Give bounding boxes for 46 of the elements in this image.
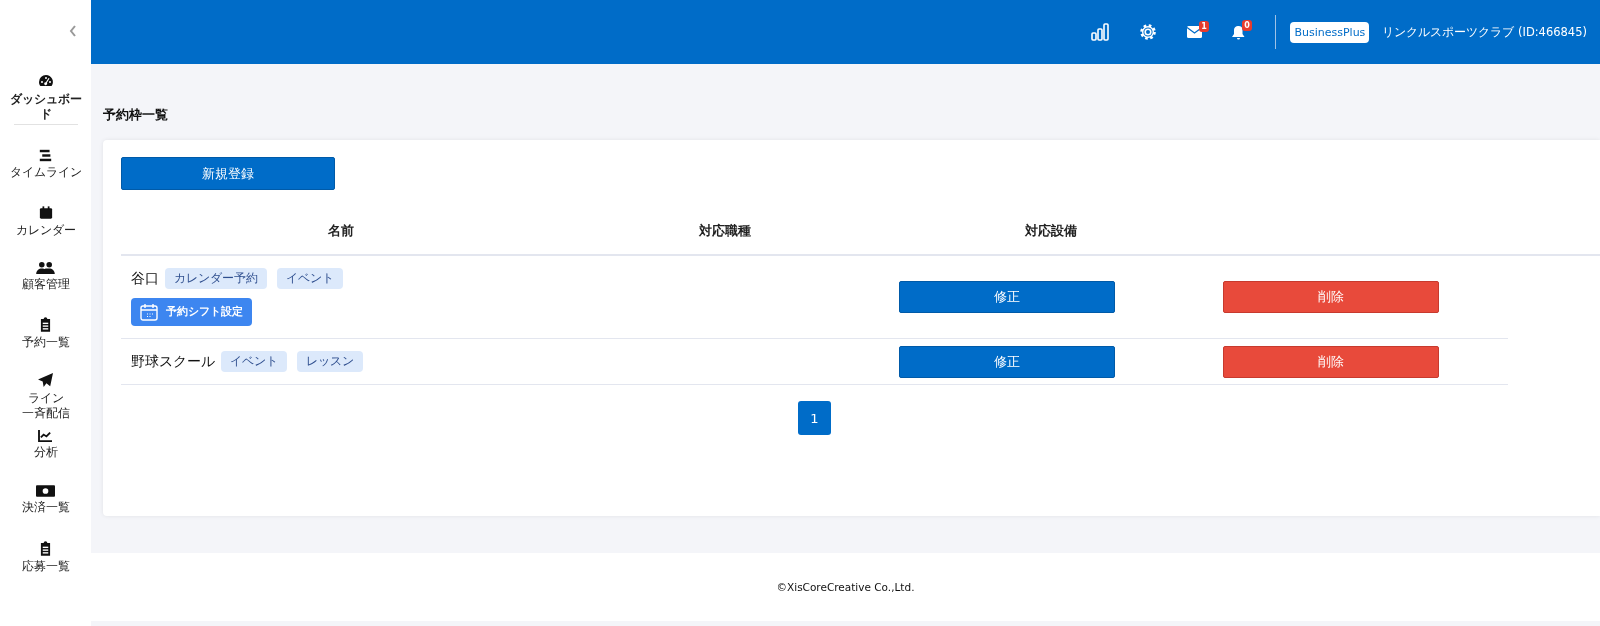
page-title: 予約枠一覧	[103, 106, 169, 124]
edit-button[interactable]: 修正	[899, 281, 1115, 313]
account-name[interactable]: リンクルスポーツクラブ (ID:466845)	[1382, 24, 1587, 40]
delete-button[interactable]: 削除	[1223, 345, 1439, 378]
sidebar-item[interactable]: カレンダー	[15, 223, 76, 238]
calendar-icon	[140, 303, 158, 321]
column-header: 名前	[327, 222, 355, 240]
delete-button[interactable]: 削除	[1223, 281, 1439, 313]
sidebar-icon	[38, 373, 53, 388]
sidebar-item[interactable]: 応募一覧	[21, 559, 70, 574]
sidebar-icon	[38, 205, 53, 220]
tag: レッスン	[297, 351, 363, 372]
notification-badge: 0	[1242, 19, 1252, 31]
copyright-text: ©XisCoreCreative Co.,Ltd.	[776, 581, 915, 593]
plan-label: BusinessPlus	[1290, 21, 1370, 43]
sidebar-item[interactable]: 分析	[33, 445, 58, 460]
settings-icon[interactable]	[1138, 23, 1157, 41]
new-registration-button[interactable]: 新規登録	[121, 157, 335, 190]
sidebar-icon	[38, 429, 53, 442]
column-header: 対応設備	[1024, 222, 1078, 240]
tag: イベント	[221, 351, 287, 372]
column-header: 対応職種	[698, 222, 752, 240]
mail-icon[interactable]	[1186, 26, 1202, 38]
bar-chart-icon[interactable]	[1090, 23, 1109, 41]
sidebar-item[interactable]: 予約一覧	[21, 335, 70, 350]
sidebar-icon	[40, 541, 51, 556]
sidebar-icon	[36, 261, 55, 274]
slot-name: 野球スクール	[131, 352, 215, 371]
sidebar-item[interactable]: タイムライン	[9, 165, 82, 180]
sidebar-icon	[37, 73, 54, 89]
sidebar-icon	[36, 485, 55, 497]
bell-icon[interactable]	[1231, 24, 1245, 40]
sidebar-item[interactable]: 顧客管理	[21, 277, 70, 292]
sidebar-item[interactable]: ライン 一斉配信	[21, 391, 70, 421]
tag: カレンダー予約	[165, 268, 267, 289]
shift-settings-button[interactable]: 予約シフト設定	[131, 298, 252, 326]
collapse-chevron-icon[interactable]	[69, 25, 77, 37]
tag: イベント	[277, 268, 343, 289]
page-button[interactable]: 1	[798, 401, 831, 435]
edit-button[interactable]: 修正	[899, 345, 1115, 378]
slot-name: 谷口	[131, 269, 159, 288]
sidebar-item[interactable]: 決済一覧	[21, 500, 70, 515]
notification-badge: 1	[1199, 21, 1209, 32]
sidebar-icon	[40, 317, 51, 332]
sidebar-icon	[38, 149, 53, 162]
sidebar-item[interactable]: ダッシュボード	[8, 92, 83, 122]
